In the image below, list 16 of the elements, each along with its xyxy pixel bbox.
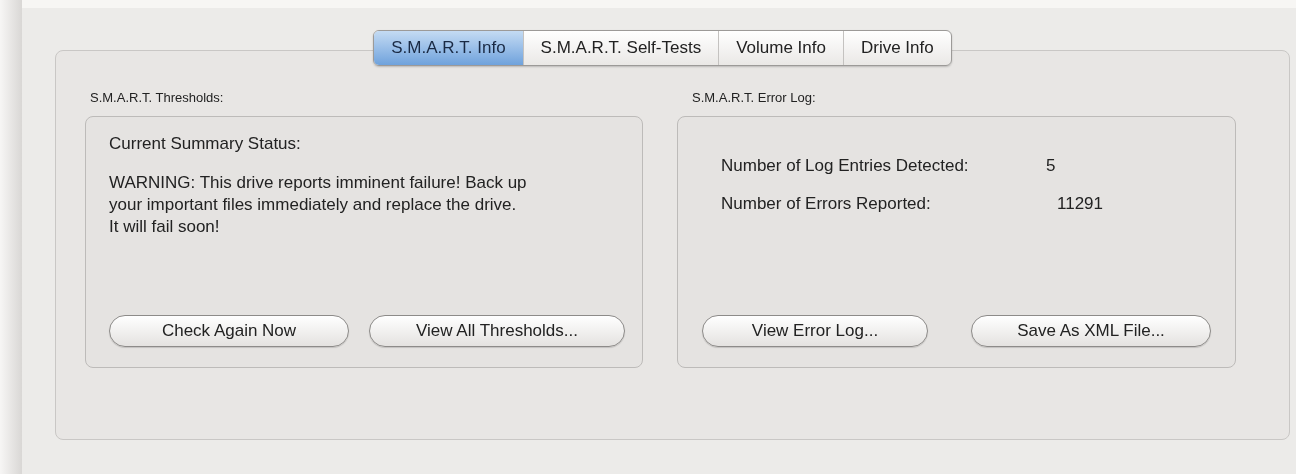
- stat-value: 5: [1046, 154, 1056, 177]
- warning-message: WARNING: This drive reports imminent failure! Back up your important files immediately and replace the drive. It will fail soon!: [109, 172, 528, 238]
- group-title: S.M.A.R.T. Thresholds:: [90, 89, 225, 107]
- stat-value: 11291: [1056, 192, 1103, 215]
- status-label: Current Summary Status:: [109, 132, 302, 155]
- stat-label: Number of Log Entries Detected:: [721, 154, 970, 177]
- push-button[interactable]: View Error Log...: [702, 314, 928, 347]
- push-button[interactable]: Check Again Now: [109, 314, 349, 347]
- tab[interactable]: Drive Info: [842, 31, 951, 65]
- group-title: S.M.A.R.T. Error Log:: [692, 89, 817, 107]
- tab[interactable]: S.M.A.R.T. Self-Tests: [522, 31, 719, 65]
- push-button[interactable]: View All Thresholds...: [369, 314, 625, 347]
- tab[interactable]: S.M.A.R.T. Info: [374, 31, 523, 65]
- tab[interactable]: Volume Info: [718, 31, 843, 65]
- stat-label: Number of Errors Reported:: [721, 192, 932, 215]
- push-button[interactable]: Save As XML File...: [971, 314, 1211, 347]
